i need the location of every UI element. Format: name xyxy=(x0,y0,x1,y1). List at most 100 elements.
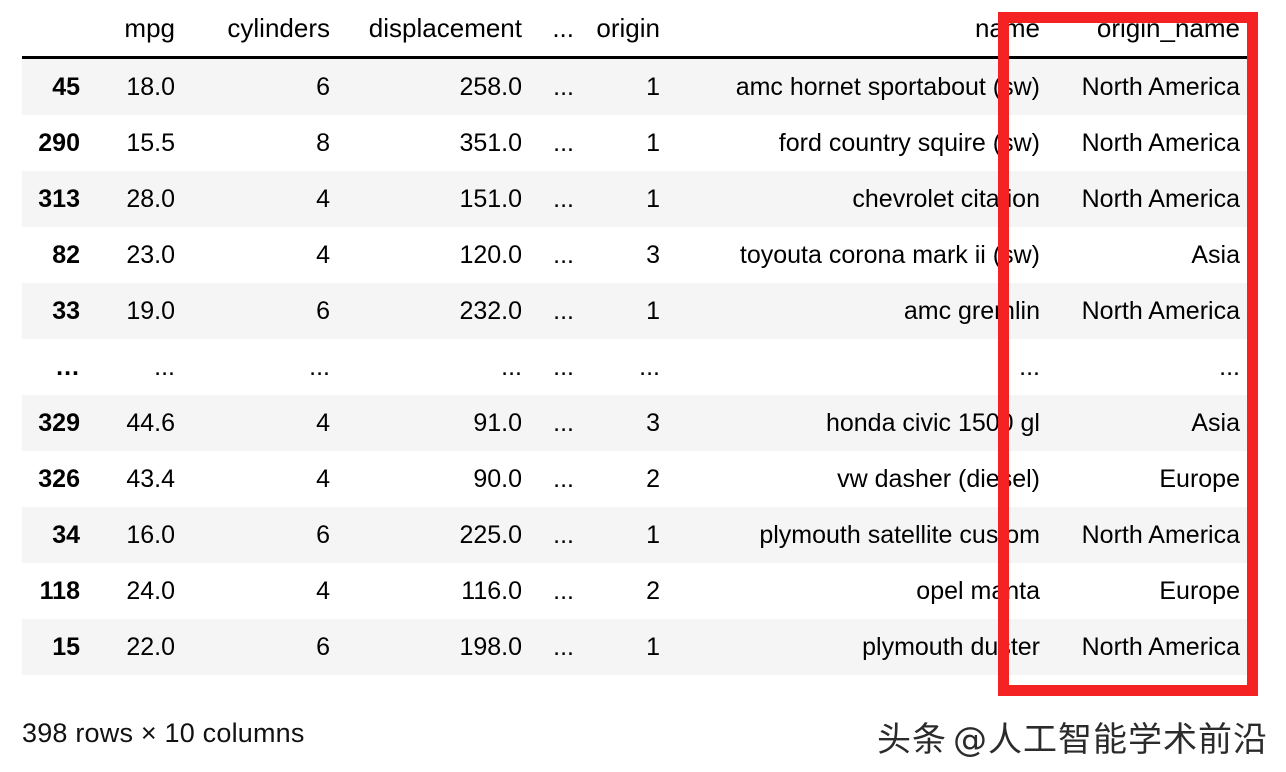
cell-displacement: 225.0 xyxy=(340,507,532,563)
cell-origin-name: ... xyxy=(1050,339,1250,395)
cell-cylinders: 6 xyxy=(185,283,340,339)
cell-ellipsis: ... xyxy=(532,283,584,339)
table-header: mpg cylinders displacement ... origin na… xyxy=(22,0,1250,58)
cell-displacement: 232.0 xyxy=(340,283,532,339)
cell-ellipsis: ... xyxy=(532,57,584,115)
cell-cylinders: 6 xyxy=(185,57,340,115)
table-row: 34 16.0 6 225.0 ... 1 plymouth satellite… xyxy=(22,507,1250,563)
cell-cylinders: 4 xyxy=(185,171,340,227)
cell-origin-name: Europe xyxy=(1050,563,1250,619)
cell-name: honda civic 1500 gl xyxy=(670,395,1050,451)
table-row: 33 19.0 6 232.0 ... 1 amc gremlin North … xyxy=(22,283,1250,339)
cell-origin-name: Europe xyxy=(1050,451,1250,507)
cell-name: plymouth satellite custom xyxy=(670,507,1050,563)
row-index: 15 xyxy=(22,619,90,675)
cell-origin-name: North America xyxy=(1050,507,1250,563)
cell-origin: 1 xyxy=(584,283,670,339)
table-row: 313 28.0 4 151.0 ... 1 chevrolet citatio… xyxy=(22,171,1250,227)
column-header-cylinders: cylinders xyxy=(185,0,340,58)
cell-origin: 3 xyxy=(584,395,670,451)
row-index: ... xyxy=(22,339,90,395)
watermark-platform: 头条 xyxy=(877,720,947,760)
cell-displacement: 258.0 xyxy=(340,57,532,115)
cell-cylinders: 4 xyxy=(185,395,340,451)
row-index: 313 xyxy=(22,171,90,227)
cell-cylinders: ... xyxy=(185,339,340,395)
cell-origin: ... xyxy=(584,339,670,395)
cell-mpg: 22.0 xyxy=(90,619,185,675)
cell-displacement: 198.0 xyxy=(340,619,532,675)
cell-origin-name: Asia xyxy=(1050,227,1250,283)
cell-cylinders: 6 xyxy=(185,619,340,675)
cell-mpg: 23.0 xyxy=(90,227,185,283)
cell-displacement: 351.0 xyxy=(340,115,532,171)
cell-origin: 3 xyxy=(584,227,670,283)
cell-displacement: 116.0 xyxy=(340,563,532,619)
cell-cylinders: 6 xyxy=(185,507,340,563)
cell-displacement: ... xyxy=(340,339,532,395)
cell-origin: 1 xyxy=(584,57,670,115)
row-index: 33 xyxy=(22,283,90,339)
cell-displacement: 120.0 xyxy=(340,227,532,283)
cell-origin: 1 xyxy=(584,115,670,171)
cell-displacement: 91.0 xyxy=(340,395,532,451)
row-index: 45 xyxy=(22,57,90,115)
cell-origin-name: North America xyxy=(1050,171,1250,227)
table-body: 45 18.0 6 258.0 ... 1 amc hornet sportab… xyxy=(22,57,1250,675)
table-row: 329 44.6 4 91.0 ... 3 honda civic 1500 g… xyxy=(22,395,1250,451)
table-row: 45 18.0 6 258.0 ... 1 amc hornet sportab… xyxy=(22,57,1250,115)
column-header-origin: origin xyxy=(584,0,670,58)
cell-name: toyouta corona mark ii (sw) xyxy=(670,227,1050,283)
column-header-ellipsis: ... xyxy=(532,0,584,58)
column-header-name: name xyxy=(670,0,1050,58)
cell-ellipsis: ... xyxy=(532,171,584,227)
column-header-mpg: mpg xyxy=(90,0,185,58)
cell-ellipsis: ... xyxy=(532,115,584,171)
cell-origin: 2 xyxy=(584,451,670,507)
row-index: 82 xyxy=(22,227,90,283)
cell-mpg: 24.0 xyxy=(90,563,185,619)
column-header-displacement: displacement xyxy=(340,0,532,58)
cell-name: plymouth duster xyxy=(670,619,1050,675)
cell-mpg: 44.6 xyxy=(90,395,185,451)
cell-ellipsis: ... xyxy=(532,395,584,451)
dataframe-output-panel: mpg cylinders displacement ... origin na… xyxy=(0,0,1286,772)
cell-mpg: ... xyxy=(90,339,185,395)
header-row: mpg cylinders displacement ... origin na… xyxy=(22,0,1250,58)
cell-cylinders: 8 xyxy=(185,115,340,171)
table-row: 326 43.4 4 90.0 ... 2 vw dasher (diesel)… xyxy=(22,451,1250,507)
cell-origin-name: North America xyxy=(1050,115,1250,171)
watermark: 头条 @人工智能学术前沿 xyxy=(877,712,1268,761)
cell-cylinders: 4 xyxy=(185,563,340,619)
cell-mpg: 18.0 xyxy=(90,57,185,115)
row-index: 329 xyxy=(22,395,90,451)
cell-cylinders: 4 xyxy=(185,451,340,507)
table-row: 82 23.0 4 120.0 ... 3 toyouta corona mar… xyxy=(22,227,1250,283)
cell-name: amc gremlin xyxy=(670,283,1050,339)
cell-origin-name: North America xyxy=(1050,57,1250,115)
cell-name: ... xyxy=(670,339,1050,395)
dataframe-container: mpg cylinders displacement ... origin na… xyxy=(0,0,1286,675)
cell-name: amc hornet sportabout (sw) xyxy=(670,57,1050,115)
cell-mpg: 19.0 xyxy=(90,283,185,339)
cell-name: opel manta xyxy=(670,563,1050,619)
column-header-origin-name: origin_name xyxy=(1050,0,1250,58)
row-index: 326 xyxy=(22,451,90,507)
cell-ellipsis: ... xyxy=(532,451,584,507)
table-row: 15 22.0 6 198.0 ... 1 plymouth duster No… xyxy=(22,619,1250,675)
cell-mpg: 15.5 xyxy=(90,115,185,171)
cell-origin-name: Asia xyxy=(1050,395,1250,451)
column-header-index xyxy=(22,0,90,58)
dataframe-table: mpg cylinders displacement ... origin na… xyxy=(22,0,1250,675)
cell-origin: 1 xyxy=(584,507,670,563)
row-index: 118 xyxy=(22,563,90,619)
cell-ellipsis: ... xyxy=(532,563,584,619)
cell-cylinders: 4 xyxy=(185,227,340,283)
cell-origin-name: North America xyxy=(1050,283,1250,339)
cell-ellipsis: ... xyxy=(532,619,584,675)
table-row-truncation: ... ... ... ... ... ... ... ... xyxy=(22,339,1250,395)
cell-ellipsis: ... xyxy=(532,227,584,283)
dataframe-shape-label: 398 rows × 10 columns xyxy=(22,718,305,748)
cell-origin-name: North America xyxy=(1050,619,1250,675)
table-row: 290 15.5 8 351.0 ... 1 ford country squi… xyxy=(22,115,1250,171)
